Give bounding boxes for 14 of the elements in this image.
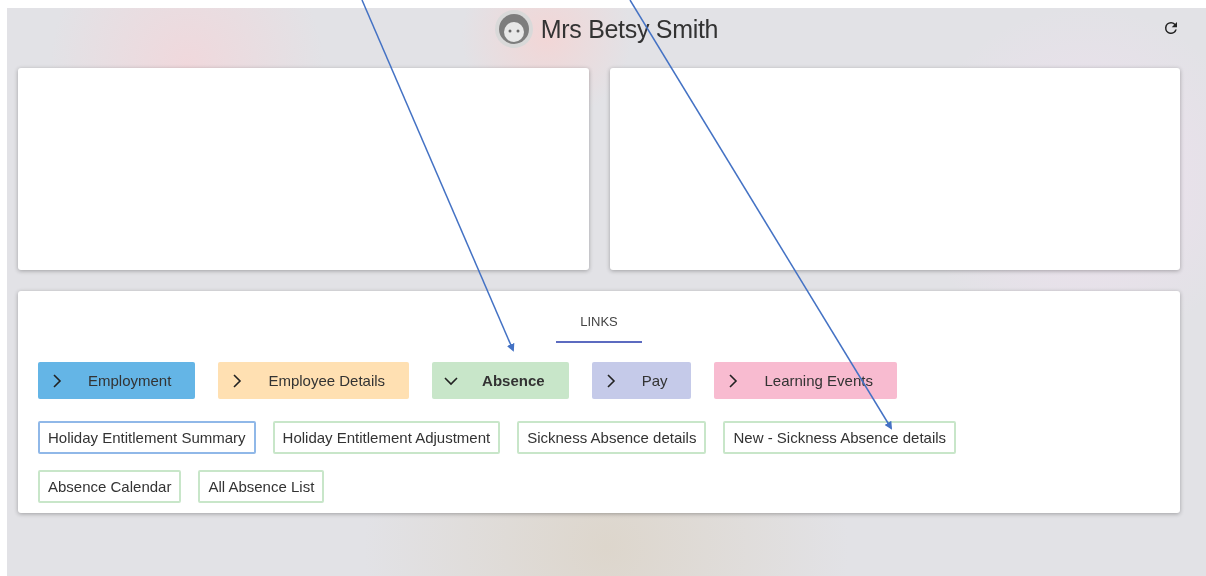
link-button[interactable]: New - Sickness Absence details bbox=[723, 421, 957, 454]
category-button[interactable]: Absence bbox=[432, 362, 569, 399]
link-button[interactable]: Absence Calendar bbox=[38, 470, 182, 503]
link-button[interactable]: Holiday Entitlement Summary bbox=[38, 421, 256, 454]
chevron-right-icon bbox=[50, 373, 64, 388]
employee-name: Mrs Betsy Smith bbox=[540, 14, 719, 44]
links-tab[interactable]: LINKS bbox=[556, 311, 642, 343]
category-button[interactable]: Pay bbox=[591, 362, 692, 399]
link-button[interactable]: Sickness Absence details bbox=[517, 421, 707, 454]
link-button[interactable]: Holiday Entitlement Adjustment bbox=[272, 421, 501, 454]
refresh-icon[interactable] bbox=[1162, 19, 1180, 37]
category-button[interactable]: Employee Details bbox=[218, 362, 410, 399]
link-button[interactable]: All Absence List bbox=[198, 470, 325, 503]
category-button[interactable]: Employment bbox=[38, 362, 196, 399]
